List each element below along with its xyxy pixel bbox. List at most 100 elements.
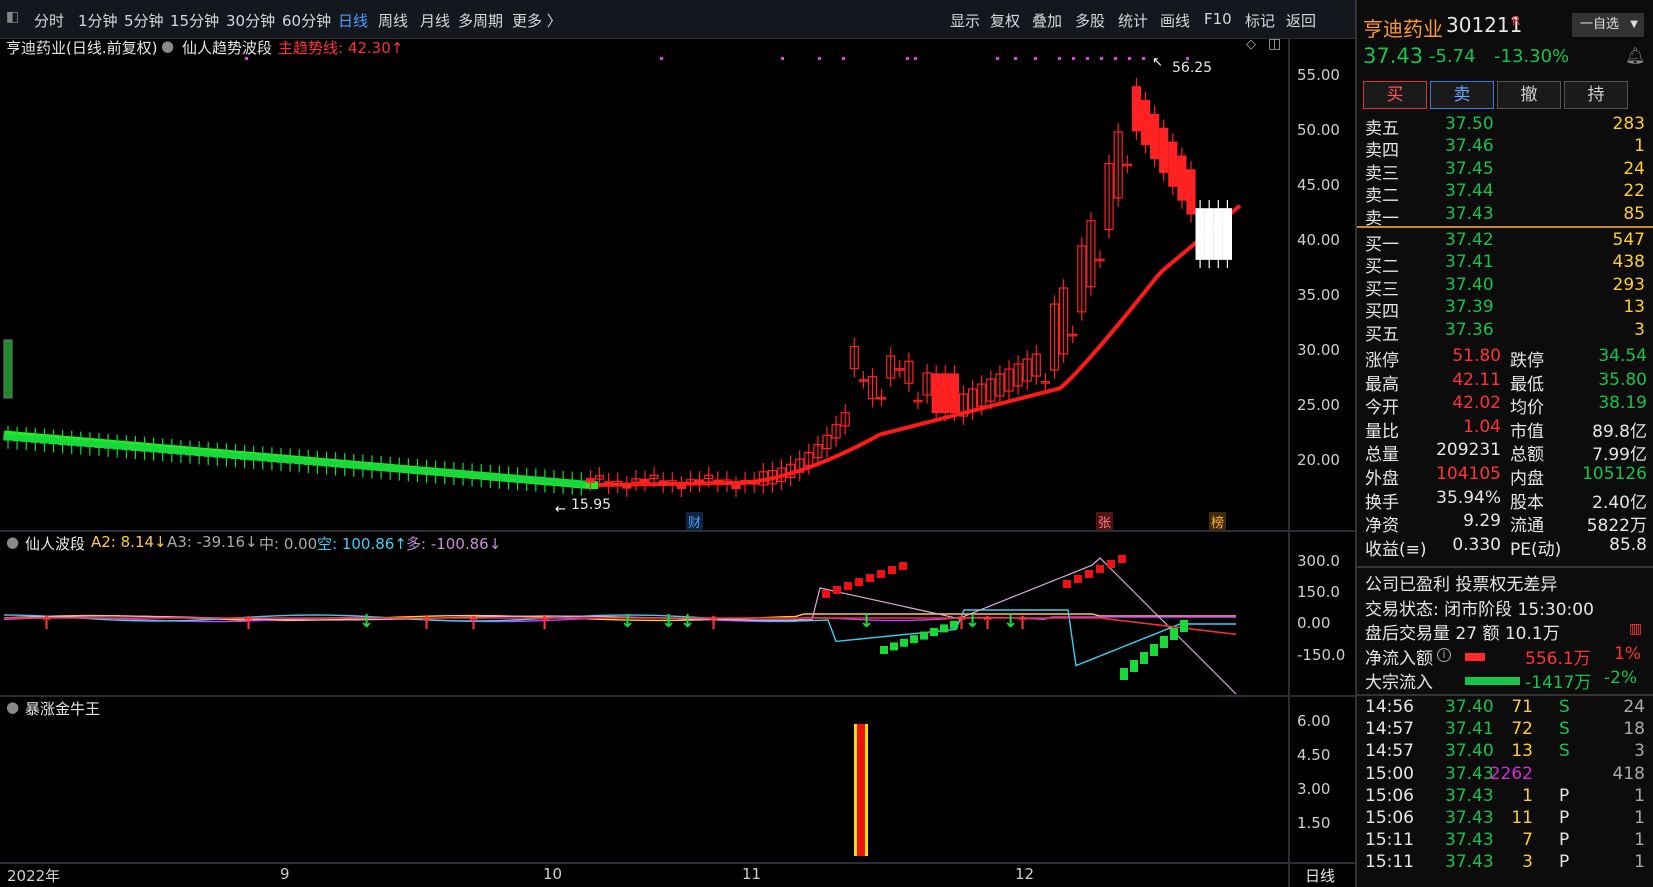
candle[interactable] [858,370,869,389]
bid-row[interactable]: 买五 37.36 3 [1357,320,1653,345]
candle[interactable] [795,450,805,482]
candle[interactable] [94,433,104,457]
candle[interactable] [149,437,159,461]
candle[interactable] [1131,77,1142,140]
candle[interactable] [385,456,395,480]
position-button[interactable]: 持 [1564,81,1628,109]
candle[interactable] [212,442,222,466]
watchlist-button[interactable]: 一自选 ▼ [1572,13,1644,37]
candle[interactable] [103,433,113,457]
candle[interactable] [394,457,404,481]
candle[interactable] [240,444,250,469]
candle[interactable] [676,476,687,498]
panel-toggle-icon[interactable]: ◧ [6,9,19,25]
toolbar-tool-5[interactable]: 画线 [1160,10,1190,31]
candle[interactable] [321,451,332,475]
period-tab-2[interactable]: 5分钟 [124,10,164,31]
period-tab-8[interactable]: 月线 [420,10,450,31]
candle[interactable] [631,470,641,491]
buy-button[interactable]: 买 [1363,81,1427,109]
cancel-order-button[interactable]: 撤 [1497,81,1561,109]
candle[interactable] [1159,119,1169,182]
bid-row[interactable]: 买四 37.39 13 [1357,297,1653,322]
candle[interactable] [522,467,532,491]
candle[interactable] [1068,325,1078,344]
candle[interactable] [230,444,241,468]
toolbar-tool-6[interactable]: F10 [1204,10,1232,28]
candle[interactable] [30,427,40,452]
candle[interactable] [494,465,504,489]
candle[interactable] [822,426,832,458]
candle[interactable] [1022,350,1032,390]
candle[interactable] [1086,211,1096,296]
candle[interactable] [485,464,495,488]
toolbar-tool-8[interactable]: 返回 [1286,10,1316,31]
candle[interactable] [967,380,978,420]
candle[interactable] [867,367,878,408]
candle[interactable] [1177,147,1187,209]
candle[interactable] [440,461,450,485]
candle[interactable] [567,471,577,495]
candle[interactable] [412,458,423,483]
candle[interactable] [549,470,559,494]
candle[interactable] [267,447,277,471]
candle[interactable] [1095,250,1105,269]
ask-row[interactable]: 卖五 37.50 283 [1357,114,1653,139]
period-tab-10[interactable]: 更多 〉 [512,10,562,31]
candle[interactable] [1049,295,1060,379]
candle[interactable] [658,472,668,494]
candle[interactable] [431,460,441,484]
event-marker-financial[interactable]: 财 [686,512,704,531]
candle[interactable] [139,436,150,460]
candle[interactable] [449,461,459,486]
toolbar-tool-0[interactable]: 显示 [950,10,980,31]
candle[interactable] [876,388,887,407]
candle[interactable] [1013,355,1023,395]
candle[interactable] [1113,123,1123,207]
candle[interactable] [849,337,859,378]
ask-row[interactable]: 卖四 37.46 1 [1357,136,1653,161]
candle[interactable] [276,447,286,471]
bid-row[interactable]: 买二 37.41 438 [1357,252,1653,277]
candle[interactable] [558,470,568,494]
period-tab-9[interactable]: 多周期 [458,10,503,31]
candle[interactable] [476,464,486,488]
surge-indicator-chart[interactable] [0,700,1288,862]
candle[interactable] [1004,360,1014,400]
candle[interactable] [285,448,295,472]
candle[interactable] [995,365,1005,405]
candle[interactable] [358,454,368,478]
candle[interactable] [886,347,896,387]
candle[interactable] [467,463,477,487]
toolbar-tool-1[interactable]: 复权 [990,10,1020,31]
candle[interactable] [258,446,268,470]
period-label[interactable]: 日线 [1305,865,1335,886]
toolbar-tool-7[interactable]: 标记 [1245,10,1275,31]
candle[interactable] [67,430,77,454]
candle[interactable] [12,426,22,450]
candle[interactable] [694,471,705,493]
candle[interactable] [367,455,377,479]
candle[interactable] [940,365,950,422]
candle[interactable] [913,391,923,410]
candle[interactable] [303,450,313,474]
candle[interactable] [640,470,650,492]
candle[interactable] [194,441,204,465]
candle[interactable] [831,415,841,447]
candle[interactable] [840,403,850,435]
candle[interactable] [167,439,177,463]
candle[interactable] [949,365,960,422]
candle[interactable] [422,459,432,483]
candle[interactable] [185,440,195,464]
candle[interactable] [294,449,304,473]
candle[interactable] [176,439,186,463]
candle[interactable] [221,443,231,467]
candle[interactable] [958,385,969,425]
period-tab-1[interactable]: 1分钟 [78,10,118,31]
candlestick-chart[interactable]: ↖← [0,38,1288,530]
ask-row[interactable]: 卖三 37.45 24 [1357,159,1653,184]
candle[interactable] [458,462,468,486]
period-tab-6[interactable]: 日线 [338,10,368,31]
bell-icon[interactable]: 🔔︎ [1625,46,1645,65]
info-icon[interactable]: i [1437,648,1451,662]
